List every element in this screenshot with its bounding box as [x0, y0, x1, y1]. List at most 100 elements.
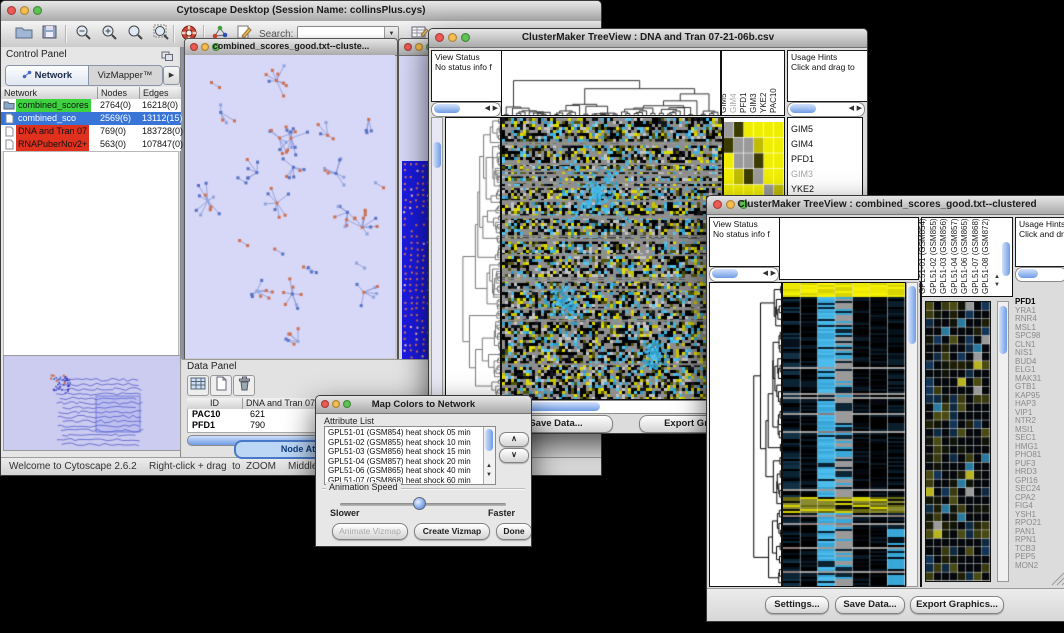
col-header-nodes[interactable]: Nodes [98, 87, 140, 99]
scroll-right-icon[interactable]: ▶ [857, 104, 862, 114]
scroll-down-icon[interactable]: ▼ [994, 282, 1000, 289]
network-view-frame: combined_scores_good.txt--cluste... [184, 38, 398, 360]
gene-list: PFD1YRA1RNR4MSL1SPC98CLN1NIS1BUD4ELG1MAK… [1013, 298, 1064, 572]
settings-button[interactable]: Settings... [765, 596, 829, 614]
treeview2-titlebar[interactable]: ClusterMaker TreeView : combined_scores_… [707, 196, 1064, 215]
zoom-in-icon[interactable] [99, 24, 121, 44]
attribute-list-vscrollbar[interactable]: ▲ ▼ [483, 427, 495, 484]
scroll-thumb[interactable] [999, 306, 1007, 354]
zoom-selected-icon[interactable] [125, 24, 147, 44]
slider-thumb[interactable] [413, 497, 426, 510]
scroll-thumb[interactable] [908, 286, 916, 344]
scroll-left-icon[interactable]: ◀ [763, 269, 768, 279]
row-dendrogram[interactable] [445, 117, 501, 400]
view-status-hscrollbar[interactable]: ◀▶ [431, 102, 501, 117]
tab-network[interactable]: Network [6, 66, 89, 85]
attribute-item[interactable]: GPL51-03 (GSM856) heat shock 15 min [325, 447, 481, 457]
view-status-hscrollbar[interactable]: ◀▶ [709, 267, 779, 282]
export-graphics-button[interactable]: Export Graphics... [910, 596, 1004, 614]
create-attribute-icon[interactable] [210, 375, 232, 396]
gene-label[interactable]: GIM4 [791, 137, 862, 152]
network-list-row[interactable]: combined_sco2569(6)13112(15) [1, 112, 181, 125]
network-list-row[interactable]: combined_scores2764(0)16218(0) [1, 99, 181, 112]
tab-vizmapper[interactable]: VizMapper™ [88, 66, 162, 85]
zoom-heatmap[interactable] [925, 301, 991, 582]
scroll-right-icon[interactable]: ▶ [771, 269, 776, 279]
zoom-vscrollbar[interactable] [997, 301, 1009, 582]
save-data-button[interactable]: Save Data... [835, 596, 905, 614]
scroll-thumb[interactable] [1018, 269, 1038, 278]
column-label[interactable]: GPL51-07 (GSM868) [971, 218, 980, 294]
scroll-thumb[interactable] [434, 104, 460, 113]
labels-hscrollbar[interactable]: ◀▶ [787, 102, 865, 117]
animate-vizmap-button[interactable]: Animate Vizmap [332, 523, 408, 540]
scroll-left-icon[interactable]: ◀ [849, 104, 854, 114]
column-label[interactable]: GPL51-04 (GSM857) [950, 218, 959, 294]
attribute-item[interactable]: GPL51-01 (GSM854) heat shock 05 min [325, 428, 481, 438]
gene-label[interactable]: GIM5 [791, 122, 862, 137]
global-heatmap[interactable] [501, 117, 723, 400]
column-label[interactable]: GIM4 [729, 93, 738, 113]
float-panel-icon[interactable] [161, 49, 174, 67]
col-header-id[interactable]: ID [187, 398, 243, 409]
attribute-item[interactable]: GPL51-02 (GSM855) heat shock 10 min [325, 438, 481, 448]
network-list-row[interactable]: DNA and Tran 07769(0)183728(0) [1, 125, 181, 138]
col-header-network[interactable]: Network [1, 87, 98, 99]
scroll-thumb[interactable] [790, 104, 816, 113]
scroll-thumb[interactable] [433, 142, 441, 168]
save-icon[interactable] [39, 24, 61, 44]
create-vizmap-button[interactable]: Create Vizmap [414, 523, 490, 540]
move-up-button[interactable]: ∧ [499, 432, 529, 447]
scroll-thumb[interactable] [1002, 242, 1010, 276]
column-label[interactable]: GPL51-06 (GSM865) [960, 218, 969, 294]
scroll-up-icon[interactable]: ▲ [486, 463, 492, 469]
scroll-thumb[interactable] [485, 429, 493, 451]
delete-attribute-icon[interactable] [233, 375, 255, 396]
row-dendrogram[interactable] [709, 282, 782, 587]
column-dendrogram-panel[interactable] [779, 217, 919, 280]
close-icon[interactable] [404, 43, 412, 51]
open-file-icon[interactable] [13, 24, 35, 44]
scroll-thumb[interactable] [712, 269, 738, 278]
scroll-down-icon[interactable]: ▼ [486, 472, 492, 478]
zoom-out-icon[interactable] [73, 24, 95, 44]
left-vscrollbar[interactable] [431, 117, 443, 398]
scroll-up-icon[interactable]: ▲ [994, 274, 1000, 281]
column-label[interactable]: PFD1 [739, 93, 748, 113]
scroll-right-icon[interactable]: ▶ [493, 104, 498, 114]
attribute-grid-icon[interactable] [187, 375, 209, 396]
column-label[interactable]: GPL51-08 (GSM872) [981, 218, 990, 294]
global-heatmap[interactable] [782, 282, 906, 587]
treeview1-titlebar[interactable]: ClusterMaker TreeView : DNA and Tran 07-… [429, 29, 867, 48]
network-overview-thumbnail[interactable] [3, 355, 181, 451]
network-canvas-2[interactable] [402, 161, 428, 360]
move-down-button[interactable]: ∨ [499, 448, 529, 463]
column-label[interactable]: YKE2 [759, 93, 768, 113]
attribute-item[interactable]: GPL51-04 (GSM857) heat shock 20 min [325, 457, 481, 467]
network-list-row[interactable]: RNAPuberNov2+563(0)107847(0) [1, 138, 181, 151]
column-label[interactable]: GPL51-03 (GSM856) [939, 218, 948, 294]
heatmap-vscrollbar[interactable] [906, 282, 918, 587]
network-canvas[interactable] [185, 55, 395, 358]
gene-label[interactable]: GIM3 [791, 167, 862, 182]
network-frame-titlebar[interactable]: combined_scores_good.txt--cluste... [185, 39, 397, 56]
minimize-icon[interactable] [415, 43, 423, 51]
network-edges: 183728(0) [142, 125, 183, 138]
dialog-titlebar[interactable]: Map Colors to Network [316, 396, 531, 414]
zoom-fit-icon[interactable] [151, 24, 173, 44]
col-header-edges[interactable]: Edges [140, 87, 181, 99]
main-titlebar[interactable]: Cytoscape Desktop (Session Name: collins… [1, 1, 601, 22]
tabs-overflow-button[interactable]: ▶ [163, 66, 180, 85]
labels-hscrollbar[interactable] [1015, 267, 1064, 282]
column-label[interactable]: GPL51-02 (GSM855) [929, 218, 938, 294]
attribute-list[interactable]: GPL51-01 (GSM854) heat shock 05 minGPL51… [324, 426, 496, 485]
attribute-item[interactable]: GPL51-06 (GSM865) heat shock 40 min [325, 466, 481, 476]
gene-label[interactable]: MON2 [1015, 562, 1064, 571]
done-button[interactable]: Done [496, 523, 532, 540]
column-label[interactable]: GIM5 [719, 93, 728, 113]
scroll-left-icon[interactable]: ◀ [485, 104, 490, 114]
gene-label[interactable]: PFD1 [791, 152, 862, 167]
column-label[interactable]: PAC10 [769, 88, 778, 113]
column-label[interactable]: GIM3 [749, 93, 758, 113]
column-dendrogram[interactable] [501, 50, 721, 116]
